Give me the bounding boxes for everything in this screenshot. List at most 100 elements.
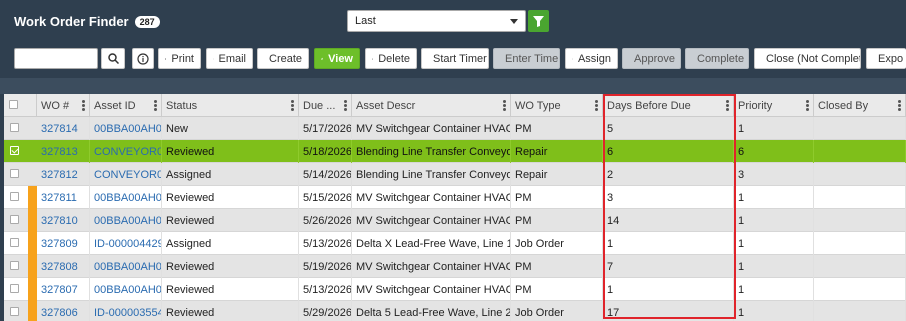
row-checkbox[interactable] [10, 146, 19, 155]
view-button[interactable]: View [314, 48, 360, 69]
row-checkbox[interactable] [10, 307, 19, 316]
wo-number-link[interactable]: 327813 [37, 140, 90, 163]
delete-button[interactable]: Delete [365, 48, 417, 69]
close-not-complete-button[interactable]: Close (Not Complete) [754, 48, 861, 69]
wo-number-link[interactable]: 327814 [37, 117, 90, 140]
toolbar: Print Email Create View Delete Start Tim… [0, 46, 906, 72]
assign-button[interactable]: Assign [565, 48, 618, 69]
wo-number-link[interactable]: 327811 [37, 186, 90, 209]
print-button[interactable]: Print [158, 48, 201, 69]
asset-descr-cell: Blending Line Transfer Conveyor 2 [352, 140, 511, 163]
wo-number-link[interactable]: 327812 [37, 163, 90, 186]
start-timer-button[interactable]: Start Timer [421, 48, 489, 69]
column-header-days-before-due[interactable]: Days Before Due [603, 94, 734, 117]
asset-id-link[interactable]: 00BBA00AH003 [90, 186, 162, 209]
due-date-cell: 5/26/2026 [299, 209, 352, 232]
wo-number-link[interactable]: 327808 [37, 255, 90, 278]
table-row-selected[interactable]: 327813 CONVEYOR002 Reviewed 5/18/2026 Bl… [4, 140, 906, 163]
asset-id-link[interactable]: 00BBA00AH003 [90, 255, 162, 278]
table-row[interactable]: 327808 00BBA00AH003 Reviewed 5/19/2026 M… [4, 255, 906, 278]
status-cell: Reviewed [162, 278, 299, 301]
days-before-due-cell: 2 [603, 163, 734, 186]
table-row[interactable]: 327807 00BBA00AH003 Reviewed 5/13/2026 M… [4, 278, 906, 301]
wo-number-link[interactable]: 327807 [37, 278, 90, 301]
closed-by-cell [814, 301, 906, 321]
column-header-wo[interactable]: WO # [37, 94, 90, 117]
column-header-closed-by[interactable]: Closed By [814, 94, 906, 117]
table-row[interactable]: 327812 CONVEYOR002 Assigned 5/14/2026 Bl… [4, 163, 906, 186]
complete-button[interactable]: Complete [685, 48, 749, 69]
row-checkbox[interactable] [10, 238, 19, 247]
column-menu-icon[interactable] [503, 100, 506, 111]
table-row[interactable]: 327809 ID-0000044293 Assigned 5/13/2026 … [4, 232, 906, 255]
wo-number-link[interactable]: 327806 [37, 301, 90, 321]
row-checkbox[interactable] [10, 192, 19, 201]
asset-descr-cell: Delta 5 Lead-Free Wave, Line 2 [352, 301, 511, 321]
wo-number-link[interactable]: 327810 [37, 209, 90, 232]
days-before-due-cell: 17 [603, 301, 734, 321]
wo-type-cell: Job Order [511, 301, 603, 321]
column-menu-icon[interactable] [82, 100, 85, 111]
column-menu-icon[interactable] [291, 100, 294, 111]
closed-by-cell [814, 163, 906, 186]
days-before-due-cell: 1 [603, 232, 734, 255]
column-header-days-before-due-label: Days Before Due [607, 100, 691, 112]
table-row[interactable]: 327811 00BBA00AH003 Reviewed 5/15/2026 M… [4, 186, 906, 209]
due-date-cell: 5/19/2026 [299, 255, 352, 278]
column-header-priority[interactable]: Priority [734, 94, 814, 117]
asset-id-link[interactable]: 00BBA00AH003 [90, 209, 162, 232]
asset-id-link[interactable]: ID-0000035540 [90, 301, 162, 321]
column-header-due[interactable]: Due ... [299, 94, 352, 117]
search-input[interactable] [14, 48, 98, 69]
wo-number-link[interactable]: 327809 [37, 232, 90, 255]
column-menu-icon[interactable] [806, 100, 809, 111]
column-header-status[interactable]: Status [162, 94, 299, 117]
column-menu-icon[interactable] [898, 100, 901, 111]
info-icon [137, 52, 149, 65]
asset-id-link[interactable]: 00BBA00AH003 [90, 278, 162, 301]
asset-descr-cell: MV Switchgear Container HVAC-3 [352, 186, 511, 209]
search-button[interactable] [101, 48, 125, 69]
row-checkbox[interactable] [10, 123, 19, 132]
column-header-asset-descr-label: Asset Descr [356, 100, 416, 112]
asset-descr-cell: MV Switchgear Container HVAC-3 [352, 117, 511, 140]
closed-by-cell [814, 232, 906, 255]
approve-button[interactable]: Approve [622, 48, 681, 69]
asset-id-link[interactable]: CONVEYOR002 [90, 163, 162, 186]
column-menu-icon[interactable] [726, 100, 729, 111]
wo-type-cell: Repair [511, 163, 603, 186]
table-row[interactable]: 327814 00BBA00AH003 New 5/17/2026 MV Swi… [4, 117, 906, 140]
column-menu-icon[interactable] [154, 100, 157, 111]
select-all-checkbox[interactable] [9, 100, 18, 109]
status-cell: Reviewed [162, 301, 299, 321]
asset-id-link[interactable]: CONVEYOR002 [90, 140, 162, 163]
enter-time-button[interactable]: Enter Time [493, 48, 560, 69]
column-header-asset-descr[interactable]: Asset Descr [352, 94, 511, 117]
create-button[interactable]: Create [257, 48, 309, 69]
column-menu-icon[interactable] [344, 100, 347, 111]
priority-cell: 1 [734, 186, 814, 209]
row-checkbox[interactable] [10, 169, 19, 178]
work-order-grid: WO # Asset ID Status Due ... Asset Descr… [4, 94, 906, 321]
asset-id-link[interactable]: 00BBA00AH003 [90, 117, 162, 140]
column-menu-icon[interactable] [595, 100, 598, 111]
column-header-asset-id[interactable]: Asset ID [90, 94, 162, 117]
email-button[interactable]: Email [206, 48, 253, 69]
table-row[interactable]: 327806 ID-0000035540 Reviewed 5/29/2026 … [4, 301, 906, 321]
row-checkbox[interactable] [10, 215, 19, 224]
app-header: Work Order Finder 287 Last [0, 0, 906, 44]
info-button[interactable] [132, 48, 154, 69]
row-checkbox[interactable] [10, 284, 19, 293]
export-button[interactable]: Expo [866, 48, 906, 69]
column-header-wo-type[interactable]: WO Type [511, 94, 603, 117]
column-header-due-label: Due ... [303, 100, 336, 112]
filter-button[interactable] [528, 10, 549, 32]
saved-view-select[interactable]: Last [347, 10, 526, 32]
table-row[interactable]: 327810 00BBA00AH003 Reviewed 5/26/2026 M… [4, 209, 906, 232]
priority-flag [28, 278, 37, 301]
status-cell: Reviewed [162, 255, 299, 278]
asset-id-link[interactable]: ID-0000044293 [90, 232, 162, 255]
row-checkbox[interactable] [10, 261, 19, 270]
asset-descr-cell: MV Switchgear Container HVAC-3 [352, 278, 511, 301]
priority-cell: 6 [734, 140, 814, 163]
